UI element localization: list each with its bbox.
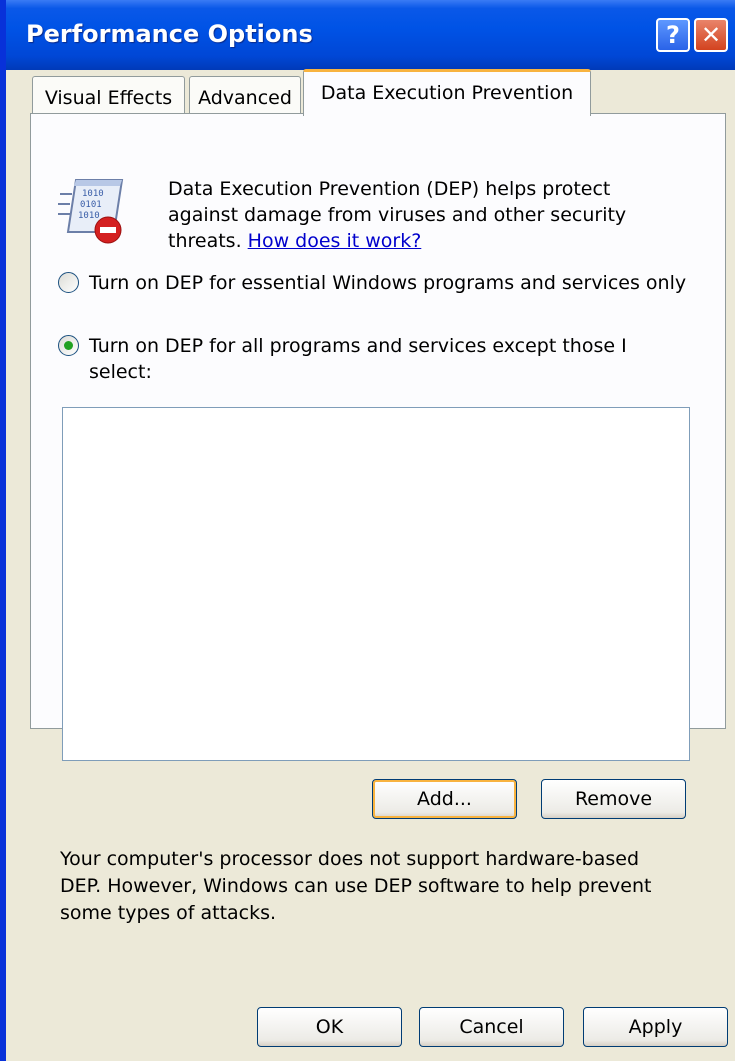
cancel-button[interactable]: Cancel (419, 1007, 564, 1047)
radio-essential-indicator[interactable] (58, 272, 79, 293)
close-button[interactable]: ✕ (694, 18, 728, 52)
tab-data-execution-prevention[interactable]: Data Execution Prevention (303, 69, 591, 116)
title-bar[interactable]: Performance Options ? ✕ (6, 0, 735, 70)
exceptions-listbox[interactable] (62, 407, 690, 761)
help-button[interactable]: ? (656, 18, 690, 52)
dep-description: Data Execution Prevention (DEP) helps pr… (168, 176, 668, 254)
radio-essential-label[interactable]: Turn on DEP for essential Windows progra… (89, 270, 689, 296)
window-title: Performance Options (26, 20, 313, 48)
ok-button[interactable]: OK (257, 1007, 402, 1047)
svg-text:1010: 1010 (78, 211, 100, 221)
how-does-it-work-link[interactable]: How does it work? (248, 230, 422, 252)
processor-support-note: Your computer's processor does not suppo… (60, 848, 652, 924)
close-icon: ✕ (700, 21, 722, 49)
radio-all-indicator[interactable] (58, 335, 79, 356)
help-icon: ? (666, 21, 680, 49)
performance-options-window: Performance Options ? ✕ Visual Effects A… (0, 0, 735, 1061)
dep-shield-binary-icon: 1010 0101 1010 (58, 179, 124, 244)
svg-text:0101: 0101 (80, 200, 102, 210)
radio-all-programs[interactable]: Turn on DEP for all programs and service… (58, 333, 689, 385)
add-button[interactable]: Add... (372, 779, 517, 819)
radio-essential-programs[interactable]: Turn on DEP for essential Windows progra… (58, 270, 689, 296)
tab-advanced[interactable]: Advanced (189, 76, 301, 114)
radio-all-label[interactable]: Turn on DEP for all programs and service… (89, 333, 689, 385)
remove-button[interactable]: Remove (541, 779, 686, 819)
apply-button[interactable]: Apply (583, 1007, 728, 1047)
svg-text:1010: 1010 (82, 189, 104, 199)
tab-visual-effects[interactable]: Visual Effects (32, 76, 185, 114)
